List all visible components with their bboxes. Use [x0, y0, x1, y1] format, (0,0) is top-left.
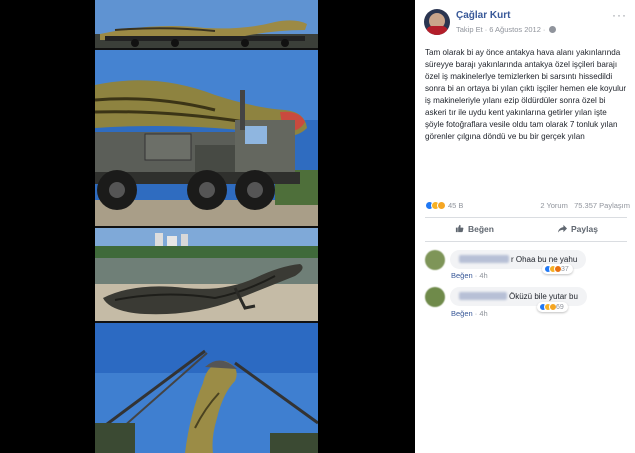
comment-reaction-count: 69	[555, 304, 564, 311]
commenter-avatar[interactable]	[425, 287, 445, 307]
share-button[interactable]: Paylaş	[558, 224, 598, 234]
commenter-name[interactable]	[459, 255, 509, 263]
commenter-avatar[interactable]	[425, 250, 445, 270]
commenter-name[interactable]	[459, 292, 507, 300]
post-date[interactable]: 6 Ağustos 2012	[489, 25, 541, 34]
comment-time[interactable]: 4h	[479, 271, 487, 280]
wow-reaction-icon	[437, 201, 446, 210]
comment-time[interactable]: 4h	[479, 309, 487, 318]
author-avatar[interactable]	[424, 9, 450, 35]
photo-snake-crane	[95, 323, 318, 453]
share-arrow-icon	[558, 224, 567, 233]
post-panel: Çağlar Kurt Takip Et · 6 Ağustos 2012 · ···…	[415, 0, 635, 453]
comments-count[interactable]: 2 Yorum	[540, 201, 568, 210]
follow-link[interactable]: Takip Et	[456, 25, 483, 34]
divider	[425, 217, 627, 218]
globe-icon	[549, 26, 557, 33]
comment-reaction-count: 37	[560, 266, 569, 273]
photo-snake-on-shore	[95, 228, 318, 321]
post-text: Tam olarak bi ay önce antakya hava alanı…	[425, 48, 627, 141]
shares-count[interactable]: 75.357 Paylaşım	[574, 201, 630, 210]
like-button-label: Beğen	[468, 224, 494, 234]
comment: r Ohaa bu ne yahu 37 Beğen · 4h	[425, 250, 630, 280]
post-image[interactable]	[95, 0, 318, 453]
post-meta: Takip Et · 6 Ağustos 2012 ·	[456, 25, 557, 34]
share-button-label: Paylaş	[571, 224, 598, 234]
comment-reactions[interactable]: 37	[542, 264, 573, 274]
photo-viewer	[0, 0, 415, 453]
comment-like-link[interactable]: Beğen	[451, 271, 473, 280]
reactions-summary: 45 B 2 Yorum 75.357 Paylaşım	[425, 201, 630, 213]
photo-snake-military-truck	[95, 50, 318, 226]
comment: Öküzü bile yutar bu 69 Beğen · 4h	[425, 287, 630, 318]
comment-text: r Ohaa bu ne yahu	[511, 255, 578, 264]
comment-like-link[interactable]: Beğen	[451, 309, 473, 318]
more-options-icon[interactable]: ···	[612, 8, 627, 22]
author-name[interactable]: Çağlar Kurt	[456, 10, 510, 21]
photo-snake-on-truck	[95, 0, 318, 48]
reactions-count[interactable]: 45 B	[448, 201, 463, 210]
comment-reactions[interactable]: 69	[537, 302, 568, 312]
thumbs-up-icon	[455, 224, 464, 233]
like-button[interactable]: Beğen	[455, 224, 494, 234]
divider	[425, 241, 627, 242]
comment-text: Öküzü bile yutar bu	[509, 292, 578, 301]
